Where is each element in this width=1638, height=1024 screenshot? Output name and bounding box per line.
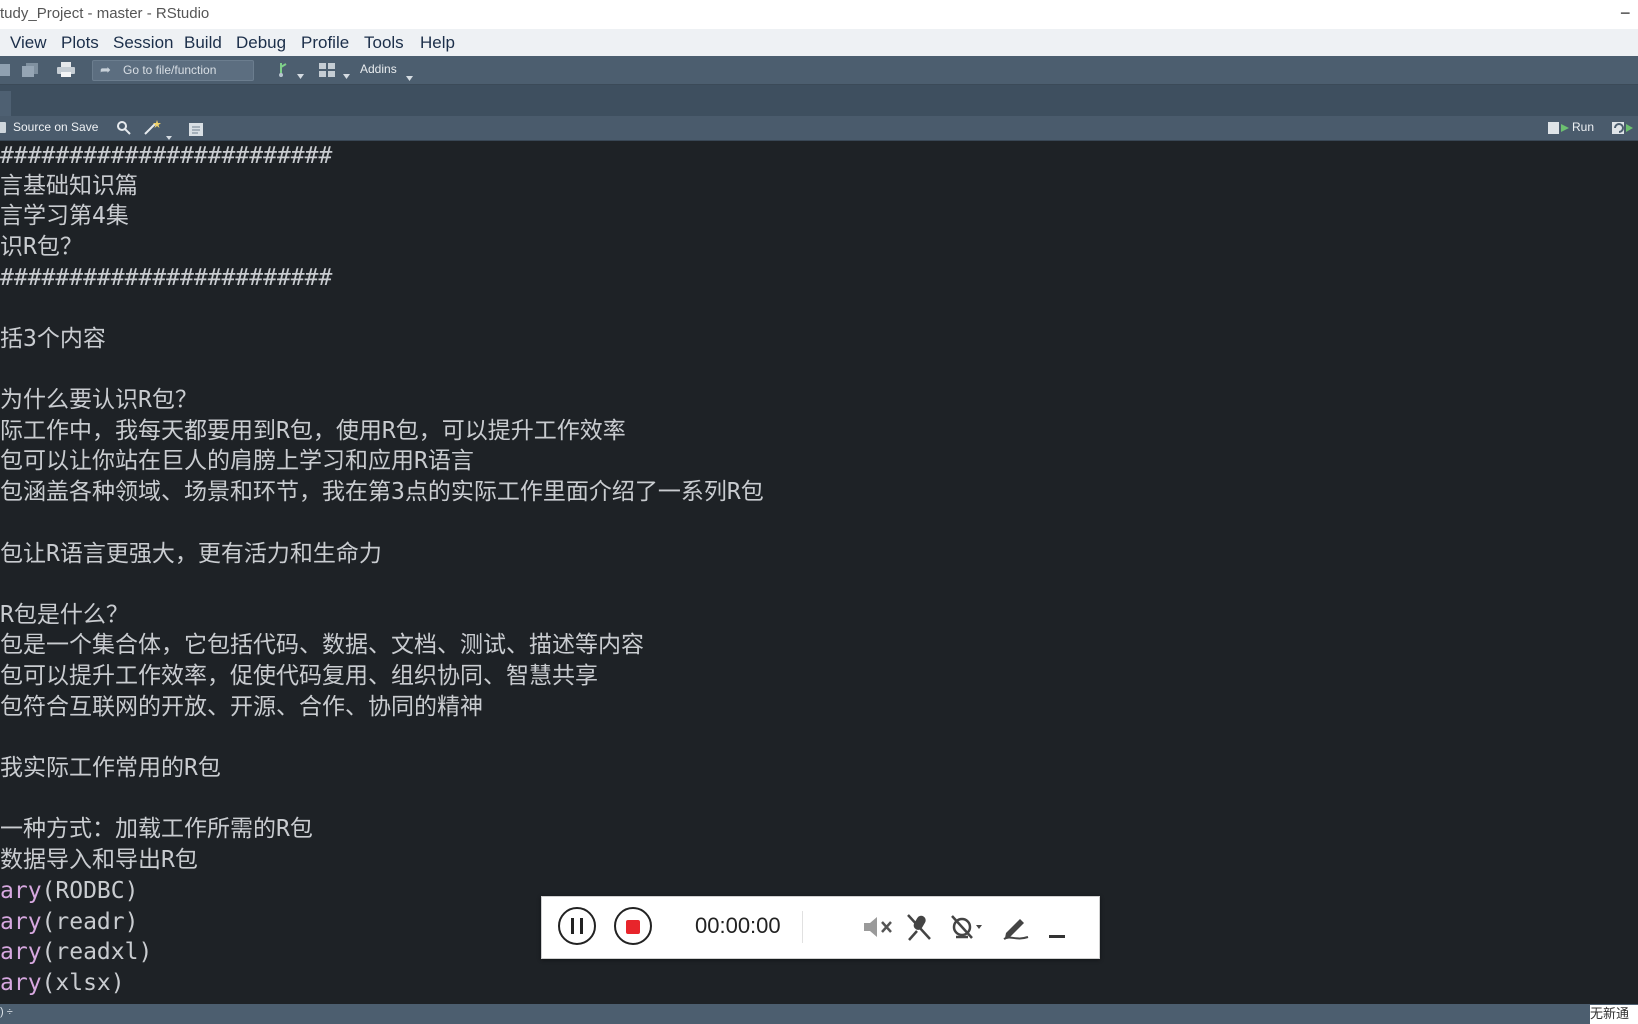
pause-icon	[570, 918, 584, 938]
function-name: ary	[0, 878, 42, 904]
compile-report-icon[interactable]	[189, 121, 203, 140]
editor-toolbar: Source on Save Run	[0, 116, 1638, 141]
goto-file-input[interactable]: ➦ Go to file/function	[92, 60, 254, 81]
goto-placeholder: Go to file/function	[123, 63, 217, 77]
code-line: 识R包？	[0, 234, 83, 260]
source-on-save-checkbox[interactable]	[0, 122, 6, 133]
code-line: R包是什么？	[0, 602, 129, 628]
minimize-button[interactable]: −	[1620, 2, 1638, 24]
run-icon[interactable]	[1548, 120, 1570, 139]
addins-menu[interactable]: Addins	[360, 62, 397, 76]
screen-recorder-bar: 00:00:00	[541, 896, 1100, 959]
speaker-muted-icon[interactable]	[862, 913, 894, 945]
recording-timer: 00:00:00	[695, 913, 781, 938]
panes-grid-icon[interactable]	[319, 62, 335, 81]
goto-arrow-icon: ➦	[100, 63, 111, 78]
addins-dropdown-icon[interactable]	[406, 66, 413, 85]
save-icon[interactable]	[0, 62, 10, 81]
menu-build[interactable]: Build	[184, 33, 222, 53]
git-icon[interactable]	[274, 62, 288, 82]
code-line: 包涵盖各种领域、场景和环节，我在第3点的实际工作里面介绍了一系列R包	[0, 479, 764, 505]
code-line: 际工作中，我每天都要用到R包，使用R包，可以提升工作效率	[0, 418, 626, 444]
function-name: ary	[0, 970, 42, 996]
code-line: 括3个内容	[0, 326, 106, 352]
code-line: 言基础知识篇	[0, 173, 138, 199]
code-line: 包是一个集合体，它包括代码、数据、文档、测试、描述等内容	[0, 632, 644, 658]
code-line-library: ary(readr)	[0, 907, 138, 937]
menu-tools[interactable]: Tools	[364, 33, 404, 53]
menu-plots[interactable]: Plots	[61, 33, 99, 53]
menu-profile[interactable]: Profile	[301, 33, 349, 53]
notification-label: 无新通	[1590, 1005, 1638, 1024]
code-line: 言学习第4集	[0, 203, 129, 229]
function-arg: (RODBC)	[41, 878, 139, 904]
source-on-save-label: Source on Save	[13, 120, 99, 134]
function-name: ary	[0, 909, 42, 935]
title-bar: tudy_Project - master - RStudio −	[0, 0, 1638, 29]
stop-button[interactable]	[614, 907, 652, 945]
stop-icon	[626, 919, 640, 938]
divider	[802, 911, 803, 943]
menu-debug[interactable]: Debug	[236, 33, 286, 53]
code-line: ########################	[0, 143, 333, 169]
save-all-icon[interactable]	[22, 62, 40, 81]
code-editor[interactable]: ######################## 言基础知识篇 言学习第4集 识…	[0, 141, 1638, 1001]
main-toolbar: ➦ Go to file/function Addins	[0, 56, 1638, 85]
panes-dropdown-icon[interactable]	[343, 64, 350, 83]
minimize-icon[interactable]	[1049, 924, 1065, 943]
window-title: tudy_Project - master - RStudio	[0, 5, 210, 22]
mic-off-icon[interactable]	[906, 913, 932, 945]
function-name: ary	[0, 939, 42, 965]
run-button[interactable]: Run	[1572, 120, 1594, 134]
code-line-library: ary(readxl)	[0, 937, 152, 967]
editor-tab[interactable]	[0, 91, 11, 116]
menu-bar: View Plots Session Build Debug Profile T…	[0, 29, 1638, 56]
cursor-position[interactable]: ) ÷	[0, 1006, 13, 1018]
rerun-icon[interactable]	[1612, 120, 1634, 139]
code-tools-wand-icon[interactable]	[144, 119, 162, 139]
source-tab-strip	[0, 85, 1638, 116]
code-line: 包符合互联网的开放、开源、合作、协同的精神	[0, 694, 483, 720]
code-line: 为什么要认识R包？	[0, 387, 198, 413]
code-line-library: ary(RODBC)	[0, 876, 138, 906]
code-line: 我实际工作常用的R包	[0, 755, 221, 781]
function-arg: (readr)	[41, 909, 139, 935]
pause-button[interactable]	[558, 907, 596, 945]
editor-status-bar: ) ÷	[0, 1004, 1638, 1024]
code-line: 一种方式：加载工作所需的R包	[0, 816, 313, 842]
search-icon[interactable]	[116, 120, 131, 139]
code-line: 包可以提升工作效率，促使代码复用、组织协同、智慧共享	[0, 663, 598, 689]
pen-icon[interactable]	[1002, 913, 1030, 945]
code-line-library: ary(xlsx)	[0, 968, 125, 998]
code-line: 包可以让你站在巨人的肩膀上学习和应用R语言	[0, 448, 474, 474]
code-line: ########################	[0, 265, 333, 291]
code-line: 数据导入和导出R包	[0, 847, 198, 873]
menu-help[interactable]: Help	[420, 33, 455, 53]
git-dropdown-icon[interactable]	[297, 64, 304, 83]
function-arg: (readxl)	[41, 939, 153, 965]
menu-view[interactable]: View	[10, 33, 47, 53]
menu-session[interactable]: Session	[113, 33, 173, 53]
print-icon[interactable]	[57, 62, 75, 82]
function-arg: (xlsx)	[41, 970, 125, 996]
code-line: 包让R语言更强大，更有活力和生命力	[0, 541, 382, 567]
camera-off-icon[interactable]	[950, 913, 984, 945]
